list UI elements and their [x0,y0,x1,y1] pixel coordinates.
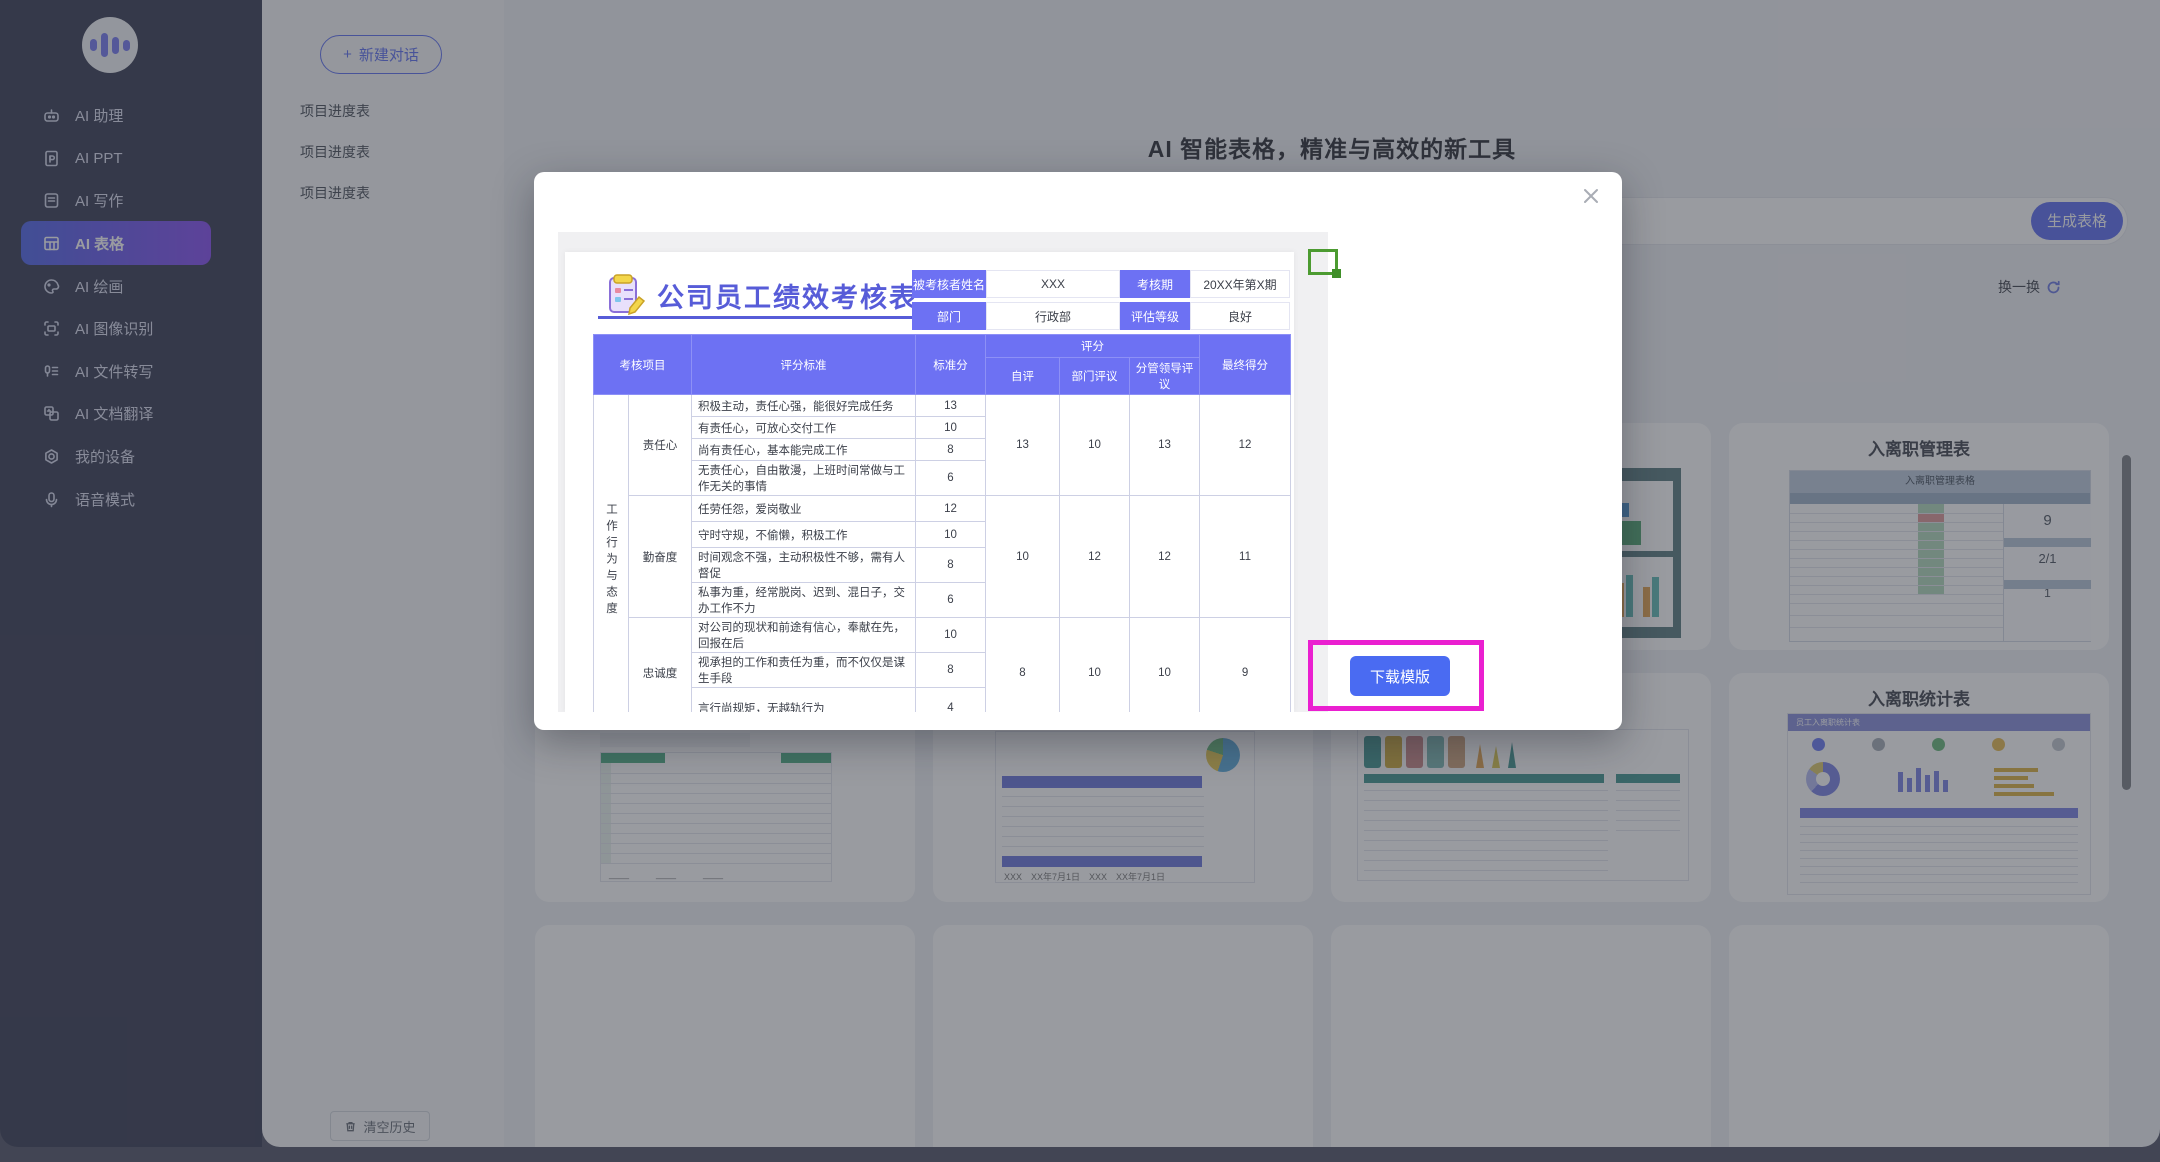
std-cell: 4 [916,688,986,713]
close-icon[interactable] [1582,187,1600,205]
col-header: 标准分 [916,335,986,395]
info-value: 行政部 [986,302,1120,330]
performance-table: 考核项目 评分标准 标准分 评分 最终得分 自评 部门评议 分管领导评议 工作行… [593,334,1291,712]
score-cell: 12 [1200,395,1291,496]
criteria-cell: 有责任心，可放心交付工作 [692,417,916,439]
group-cell: 责任心 [629,395,692,496]
score-cell: 13 [1130,395,1200,496]
score-cell: 8 [986,618,1060,713]
score-cell: 12 [1060,496,1130,618]
score-cell: 10 [986,496,1060,618]
annotation-handle [1332,269,1341,278]
criteria-cell: 守时守规，不偷懒，积极工作 [692,522,916,548]
criteria-cell: 尚有责任心，基本能完成工作 [692,439,916,461]
std-cell: 8 [916,548,986,583]
score-cell: 10 [1060,618,1130,713]
criteria-cell: 任劳任怨，爱岗敬业 [692,496,916,522]
info-label: 考核期 [1120,270,1190,298]
group-cell: 勤奋度 [629,496,692,618]
criteria-cell: 积极主动，责任心强，能很好完成任务 [692,395,916,417]
score-cell: 10 [1060,395,1130,496]
score-cell: 11 [1200,496,1291,618]
clipboard-icon [604,272,648,316]
score-cell: 13 [986,395,1060,496]
criteria-cell: 无责任心，自由散漫，上班时间常做与工作无关的事情 [692,461,916,496]
std-cell: 10 [916,618,986,653]
annotation-magenta-box [1308,640,1484,711]
criteria-cell: 时间观念不强，主动积极性不够，需有人督促 [692,548,916,583]
sheet-title: 公司员工绩效考核表 [657,276,918,315]
info-label: 评估等级 [1120,302,1190,330]
info-value: 良好 [1190,302,1290,330]
info-value: XXX [986,270,1120,298]
category-cell: 工作行为与态度 [594,395,629,713]
spreadsheet-preview: 公司员工绩效考核表 被考核者姓名 XXX 考核期 20XX年第X期 部门 行政部… [565,252,1294,712]
col-header: 部门评议 [1060,358,1130,395]
annotation-green-box [1308,249,1338,275]
col-header: 评分 [986,335,1200,358]
std-cell: 10 [916,522,986,548]
app-root: AI 助理 AI PPT AI 写作 AI 表格 AI 绘画 AI 图像识别 A… [0,0,2160,1162]
criteria-cell: 私事为重，经常脱岗、迟到、混日子，交办工作不力 [692,583,916,618]
criteria-cell: 言行尚规矩，无越轨行为 [692,688,916,713]
col-header: 分管领导评议 [1130,358,1200,395]
score-cell: 12 [1130,496,1200,618]
std-cell: 13 [916,395,986,417]
col-header: 自评 [986,358,1060,395]
criteria-cell: 视承担的工作和责任为重，而不仅仅是谋生手段 [692,653,916,688]
info-value: 20XX年第X期 [1190,270,1290,298]
info-label: 被考核者姓名 [912,270,986,298]
std-cell: 12 [916,496,986,522]
std-cell: 6 [916,461,986,496]
group-cell: 忠诚度 [629,618,692,713]
info-label: 部门 [912,302,986,330]
std-cell: 8 [916,653,986,688]
criteria-cell: 对公司的现状和前途有信心，奉献在先，回报在后 [692,618,916,653]
col-header: 考核项目 [594,335,692,395]
std-cell: 6 [916,583,986,618]
score-cell: 10 [1130,618,1200,713]
col-header: 最终得分 [1200,335,1291,395]
std-cell: 10 [916,417,986,439]
col-header: 评分标准 [692,335,916,395]
std-cell: 8 [916,439,986,461]
template-preview-area: 公司员工绩效考核表 被考核者姓名 XXX 考核期 20XX年第X期 部门 行政部… [558,232,1328,712]
score-cell: 9 [1200,618,1291,713]
